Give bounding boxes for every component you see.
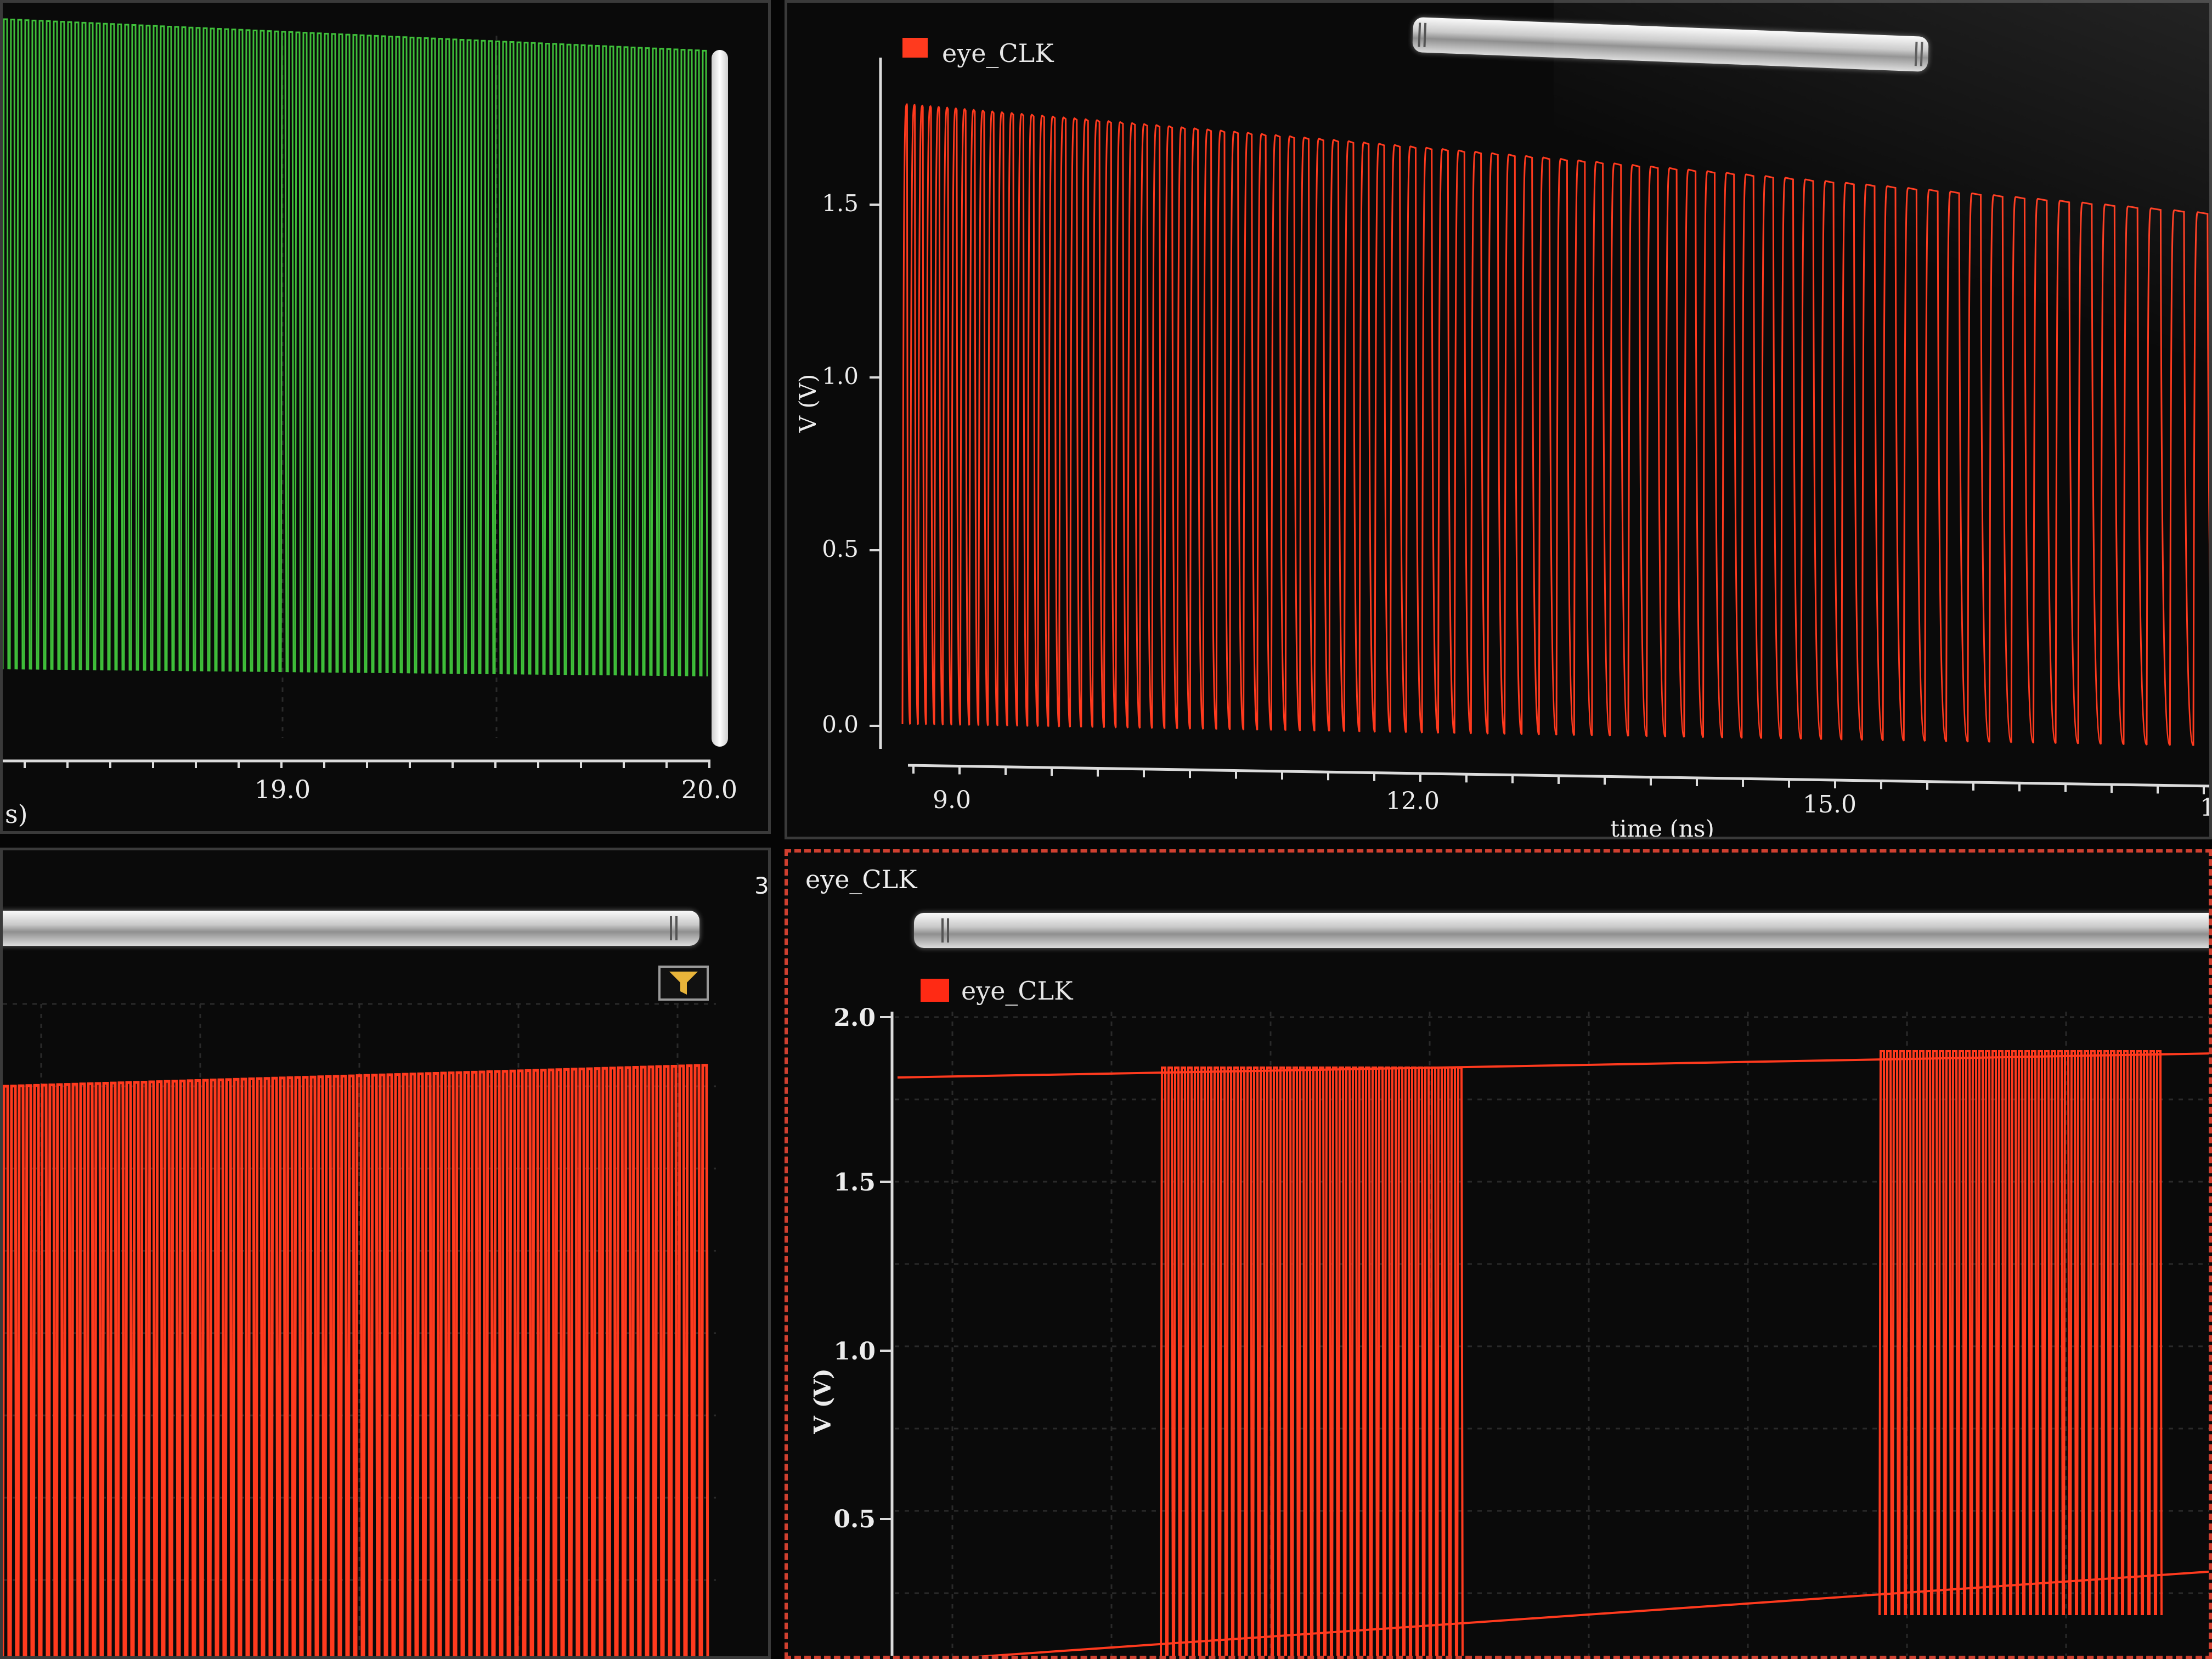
eye-clk-waveform — [901, 103, 2209, 747]
waveform-pane-bottom-left[interactable]: 3 — [0, 848, 771, 1659]
y-tick-marks — [880, 1016, 892, 1520]
green-waveform — [3, 18, 708, 676]
burst-trace — [1160, 1066, 1464, 1656]
x-tick-label: 18 — [2200, 794, 2212, 822]
waveform-trace — [3, 1064, 709, 1656]
y-tick-label: 1.0 — [833, 1338, 876, 1365]
y-tick-label: 2.0 — [833, 1004, 876, 1032]
x-axis — [907, 764, 2209, 788]
x-tick-label: 9.0 — [933, 786, 971, 814]
x-axis-label: s) — [5, 799, 28, 829]
plot-top-left: 19.0 20.0 s) — [3, 18, 737, 829]
plot-top-right: eye_CLK 0.0 0.5 1.0 1.5 V (V) 9.0 12.0 1… — [794, 38, 2212, 839]
x-tick-label: 15.0 — [1803, 791, 1857, 819]
y-tick-label: 0.0 — [822, 711, 859, 738]
legend-swatch — [921, 979, 949, 1002]
y-axis-label: V (V) — [794, 374, 821, 433]
x-tick-label: 12.0 — [1386, 787, 1440, 815]
waveform-pane-top-right[interactable]: eye_CLK 0.0 0.5 1.0 1.5 V (V) 9.0 12.0 1… — [785, 0, 2212, 839]
red-waveform — [3, 1064, 709, 1656]
waveform-trace — [3, 18, 708, 676]
vertical-scrollbar[interactable] — [712, 50, 728, 747]
y-tick-label: 1.5 — [833, 1169, 876, 1197]
low-level-line — [977, 1570, 2209, 1656]
waveform-pane-top-left[interactable]: 19.0 20.0 s) — [0, 0, 771, 834]
y-axis-label: V (V) — [809, 1368, 836, 1435]
y-tick-label: 1.5 — [822, 190, 859, 217]
waveform-viewer-screen: 19.0 20.0 s) eye_CLK 0.0 0.5 1.0 1.5 V (… — [0, 0, 2212, 1659]
grid — [895, 1012, 2209, 1656]
legend-label[interactable]: eye_CLK — [942, 38, 1054, 68]
y-tick-label: 0.5 — [822, 535, 859, 562]
x-axis-label: time (ns) — [1610, 815, 1714, 839]
y-tick-label: 1.0 — [822, 363, 859, 390]
waveform-trace — [901, 103, 2209, 747]
legend-swatch — [902, 38, 928, 58]
plot-bottom-right: eye_CLK 0.5 1.0 1.5 2.0 V (V) — [809, 976, 2209, 1656]
waveform-pane-bottom-right[interactable]: eye_CLK eye_CLK 0.5 1.0 1.5 2.0 V (V) — [785, 849, 2212, 1659]
x-tick-label: 20.0 — [681, 775, 737, 804]
legend-label[interactable]: eye_CLK — [961, 976, 1074, 1006]
burst-trace — [1878, 1050, 2163, 1616]
plot-bottom-left — [3, 1003, 716, 1656]
y-tick-marks — [870, 204, 881, 727]
y-tick-label: 0.5 — [833, 1505, 876, 1533]
eye-clk-waveform — [897, 1050, 2209, 1656]
x-tick-label: 19.0 — [255, 775, 311, 804]
